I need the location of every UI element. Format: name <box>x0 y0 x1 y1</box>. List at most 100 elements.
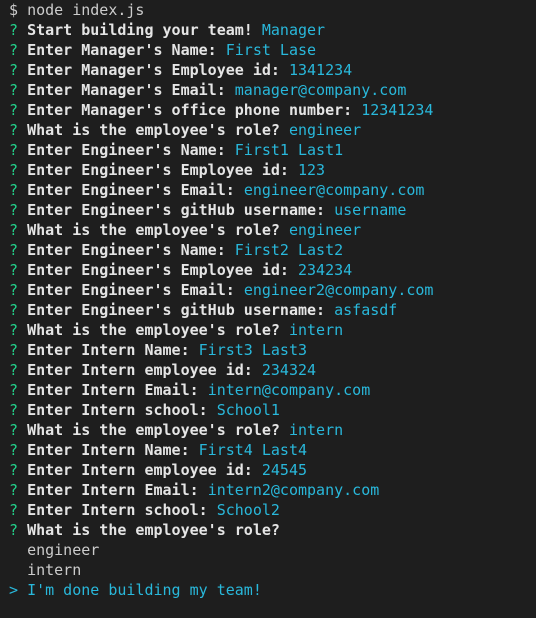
options-list: engineer intern <box>9 540 536 580</box>
qa-line: ? Enter Intern Email: intern2@company.co… <box>9 480 536 500</box>
role-option-label: intern <box>27 561 82 579</box>
qa-line: ? Enter Manager's Employee id: 1341234 <box>9 60 536 80</box>
question-mark-icon: ? <box>9 61 19 79</box>
answer-text: First3 Last3 <box>198 341 308 359</box>
current-question-text: What is the employee's role? <box>27 521 280 539</box>
answer-text: Manager <box>261 21 326 39</box>
current-question-line: ? What is the employee's role? <box>9 520 536 540</box>
shell-prompt-symbol: $ <box>9 1 19 19</box>
answer-text: intern2@company.com <box>207 481 380 499</box>
command-line: $ node index.js <box>9 0 536 20</box>
question-mark-icon: ? <box>9 341 19 359</box>
question-mark-icon: ? <box>9 461 19 479</box>
qa-line: ? Enter Intern employee id: 24545 <box>9 460 536 480</box>
question-mark-icon: ? <box>9 241 19 259</box>
qa-line: ? Enter Engineer's Email: engineer@compa… <box>9 180 536 200</box>
question-text: What is the employee's role? <box>27 421 280 439</box>
answer-text: engineer@company.com <box>243 181 425 199</box>
question-text: Start building your team! <box>27 21 253 39</box>
answer-text: First2 Last2 <box>234 241 344 259</box>
selected-option-label: I'm done building my team! <box>27 581 262 599</box>
answer-text: intern <box>288 421 344 439</box>
question-mark-icon: ? <box>9 421 19 439</box>
qa-line: ? Enter Engineer's Employee id: 123 <box>9 160 536 180</box>
question-text: Enter Intern Name: <box>27 441 190 459</box>
question-mark-icon: ? <box>9 81 19 99</box>
question-text: Enter Engineer's Name: <box>27 241 226 259</box>
question-text: Enter Intern employee id: <box>27 361 253 379</box>
qa-line: ? Enter Engineer's Name: First1 Last1 <box>9 140 536 160</box>
qa-line: ? Enter Engineer's gitHub username: asfa… <box>9 300 536 320</box>
question-mark-icon: ? <box>9 401 19 419</box>
question-mark-icon: ? <box>9 141 19 159</box>
question-mark-icon: ? <box>9 481 19 499</box>
question-mark-icon: ? <box>9 361 19 379</box>
question-text: Enter Intern Name: <box>27 341 190 359</box>
question-mark-icon: ? <box>9 121 19 139</box>
question-mark-icon: ? <box>9 521 19 539</box>
question-text: What is the employee's role? <box>27 321 280 339</box>
question-text: Enter Manager's Employee id: <box>27 61 280 79</box>
question-mark-icon: ? <box>9 501 19 519</box>
qa-line: ? Enter Engineer's Email: engineer2@comp… <box>9 280 536 300</box>
question-mark-icon: ? <box>9 321 19 339</box>
qa-line: ? Enter Intern Name: First4 Last4 <box>9 440 536 460</box>
answer-text: First Lase <box>225 41 317 59</box>
question-mark-icon: ? <box>9 381 19 399</box>
qa-list: ? Start building your team! Manager? Ent… <box>9 20 536 520</box>
question-text: Enter Intern school: <box>27 501 208 519</box>
qa-line: ? Enter Manager's office phone number: 1… <box>9 100 536 120</box>
question-text: Enter Engineer's Email: <box>27 281 235 299</box>
answer-text: First4 Last4 <box>198 441 308 459</box>
answer-text: engineer2@company.com <box>243 281 434 299</box>
qa-line: ? Enter Intern Email: intern@company.com <box>9 380 536 400</box>
qa-line: ? Enter Intern Name: First3 Last3 <box>9 340 536 360</box>
answer-text: School2 <box>216 501 280 519</box>
answer-text: 1341234 <box>288 61 353 79</box>
role-option[interactable]: intern <box>9 560 536 580</box>
question-text: Enter Intern Email: <box>27 381 199 399</box>
question-mark-icon: ? <box>9 161 19 179</box>
question-mark-icon: ? <box>9 441 19 459</box>
question-text: Enter Engineer's gitHub username: <box>27 301 326 319</box>
answer-text: 123 <box>298 161 326 179</box>
qa-line: ? Enter Manager's Email: manager@company… <box>9 80 536 100</box>
question-mark-icon: ? <box>9 41 19 59</box>
answer-text: engineer <box>288 221 362 239</box>
qa-line: ? Enter Intern school: School1 <box>9 400 536 420</box>
qa-line: ? Enter Intern school: School2 <box>9 500 536 520</box>
qa-line: ? Enter Intern employee id: 234324 <box>9 360 536 380</box>
question-mark-icon: ? <box>9 201 19 219</box>
question-text: Enter Manager's Name: <box>27 41 217 59</box>
question-mark-icon: ? <box>9 221 19 239</box>
qa-line: ? What is the employee's role? intern <box>9 320 536 340</box>
terminal[interactable]: $ node index.js ? Start building your te… <box>0 0 536 600</box>
role-option[interactable]: engineer <box>9 540 536 560</box>
question-text: What is the employee's role? <box>27 121 280 139</box>
question-text: Enter Engineer's gitHub username: <box>27 201 326 219</box>
question-text: Enter Manager's office phone number: <box>27 101 353 119</box>
selection-pointer-icon: > <box>9 581 19 599</box>
answer-text: intern <box>288 321 344 339</box>
question-mark-icon: ? <box>9 21 19 39</box>
answer-text: engineer <box>288 121 362 139</box>
answer-text: asfasdf <box>334 301 398 319</box>
answer-text: 12341234 <box>361 101 434 119</box>
qa-line: ? What is the employee's role? engineer <box>9 220 536 240</box>
question-text: Enter Intern Email: <box>27 481 199 499</box>
question-mark-icon: ? <box>9 101 19 119</box>
answer-text: username <box>334 201 407 219</box>
question-text: Enter Engineer's Employee id: <box>27 161 289 179</box>
answer-text: 24545 <box>261 461 308 479</box>
role-option-label: engineer <box>27 541 100 559</box>
answer-text: School1 <box>216 401 280 419</box>
answer-text: First1 Last1 <box>234 141 344 159</box>
qa-line: ? Enter Manager's Name: First Lase <box>9 40 536 60</box>
question-text: Enter Manager's Email: <box>27 81 226 99</box>
qa-line: ? Enter Engineer's Employee id: 234234 <box>9 260 536 280</box>
question-mark-icon: ? <box>9 301 19 319</box>
question-mark-icon: ? <box>9 181 19 199</box>
qa-line: ? What is the employee's role? intern <box>9 420 536 440</box>
question-mark-icon: ? <box>9 281 19 299</box>
selected-option[interactable]: > I'm done building my team! <box>9 580 536 600</box>
